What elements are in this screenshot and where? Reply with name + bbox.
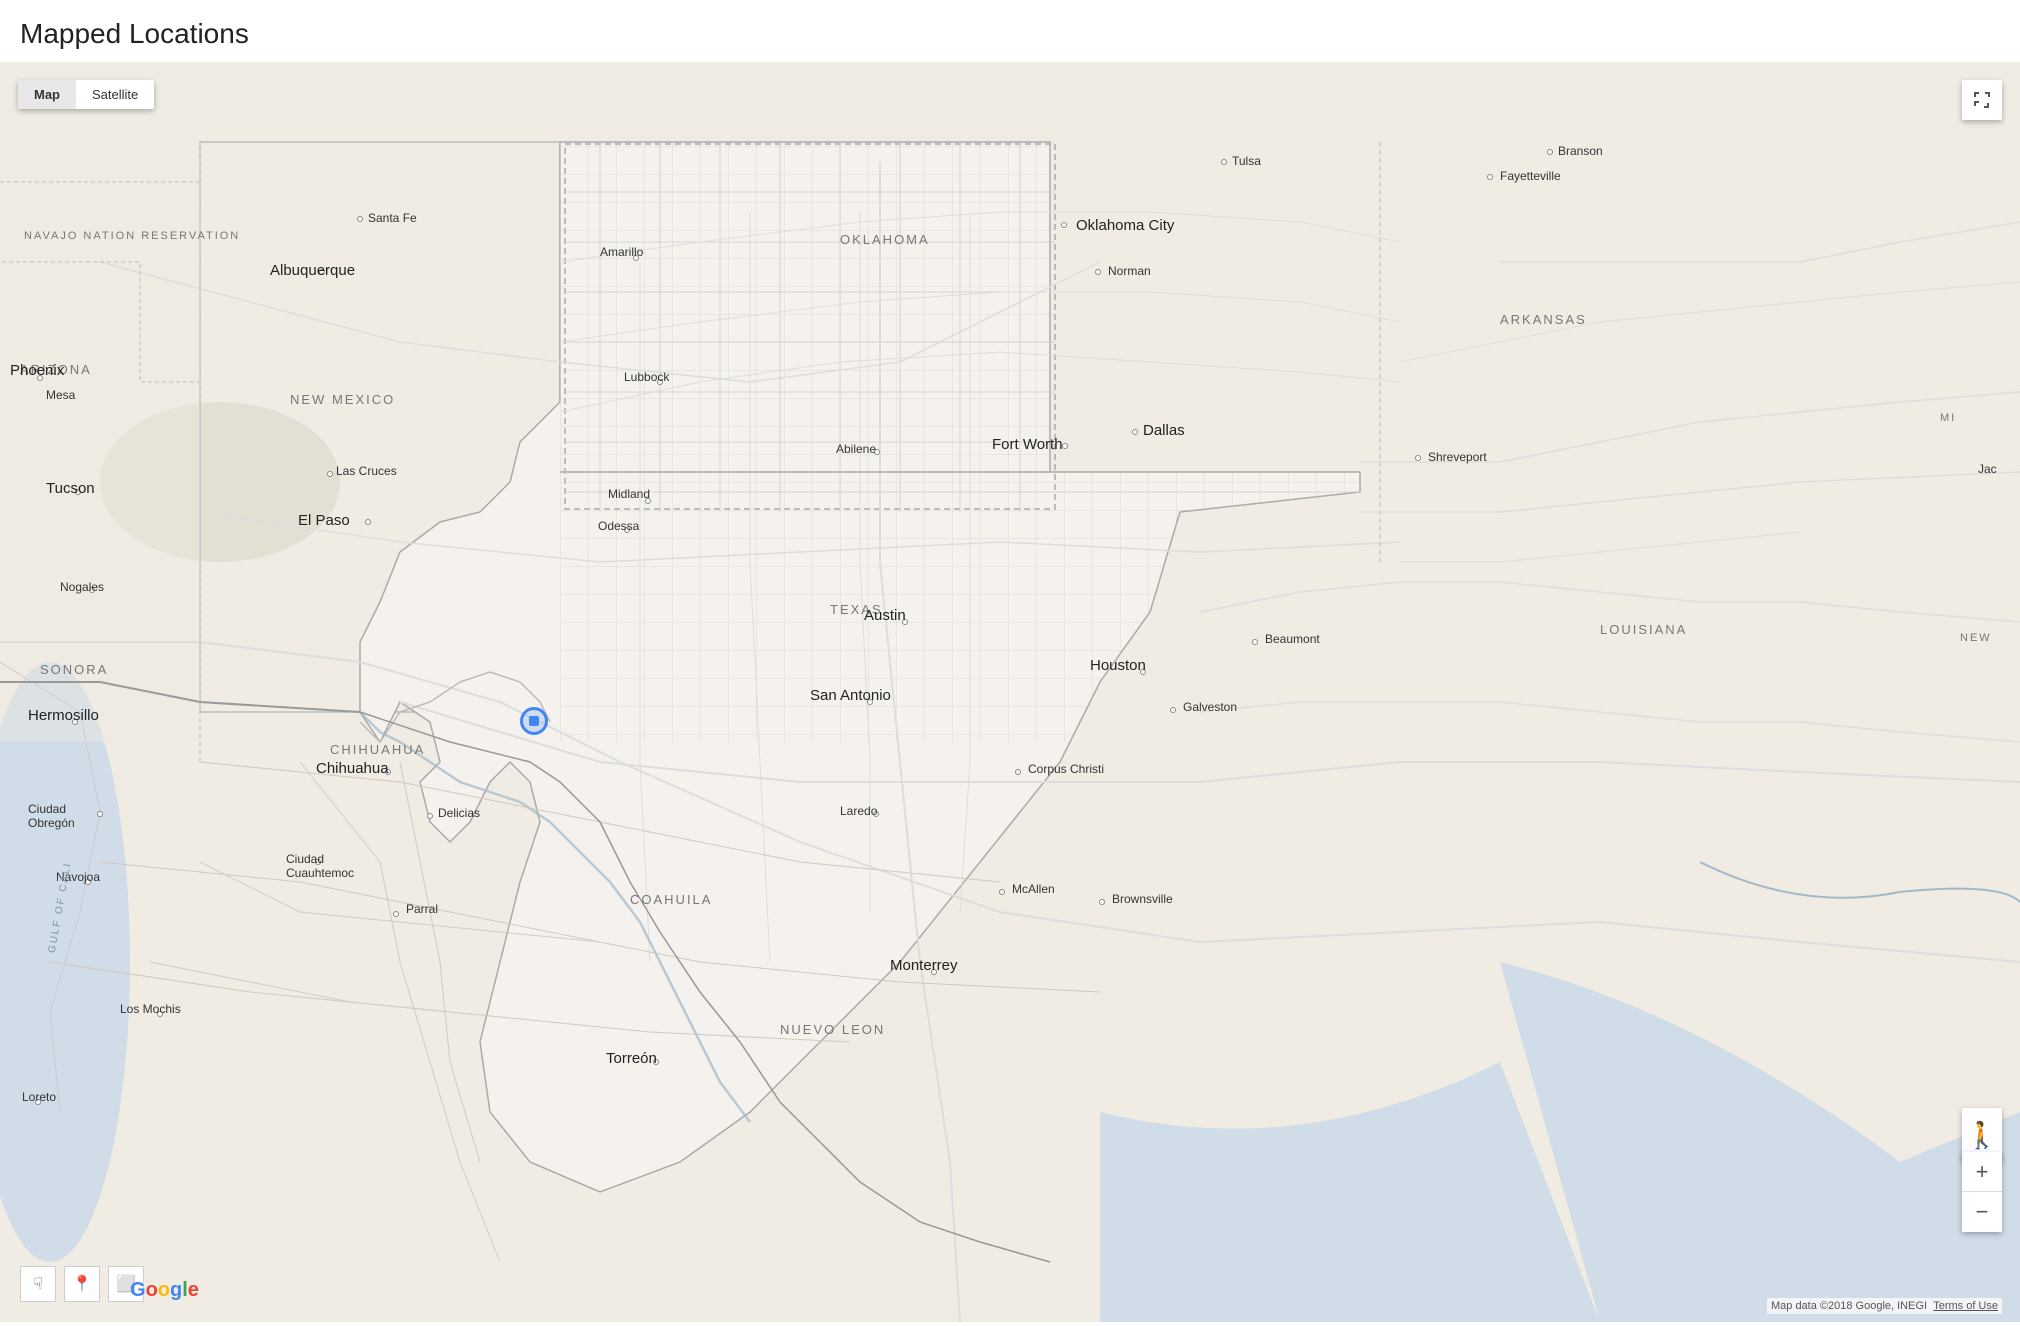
map-type-map-btn[interactable]: Map bbox=[18, 80, 76, 109]
city-dot-oklahoma-city bbox=[1061, 222, 1067, 228]
city-dot-hermosillo bbox=[72, 719, 78, 725]
city-dot-dallas bbox=[1132, 429, 1138, 435]
city-dot-ciudadobregon bbox=[97, 811, 103, 817]
city-dot-norman bbox=[1095, 269, 1101, 275]
city-dot-torreon bbox=[653, 1059, 659, 1065]
map-container: Map Satellite TEXAS NEW MEXICO OKLAHOMA … bbox=[0, 62, 2020, 1322]
city-dot-corpuschristi bbox=[1015, 769, 1021, 775]
city-dot-amarillo bbox=[633, 255, 639, 261]
city-dot-odessa bbox=[624, 527, 630, 533]
page-title: Mapped Locations bbox=[0, 0, 2020, 62]
city-dot-midland bbox=[645, 498, 651, 504]
city-dot-tulsa bbox=[1221, 159, 1227, 165]
zoom-in-btn[interactable]: + bbox=[1962, 1152, 2002, 1192]
fullscreen-btn[interactable] bbox=[1962, 80, 2002, 120]
city-dot-loreto bbox=[35, 1099, 41, 1105]
city-dot-branson bbox=[1547, 149, 1553, 155]
map-attribution: Map data ©2018 Google, INEGI Terms of Us… bbox=[1767, 1298, 2002, 1314]
city-dot-chihuahua-city bbox=[385, 769, 391, 775]
city-dot-sanantonio bbox=[867, 699, 873, 705]
map-type-satellite-btn[interactable]: Satellite bbox=[76, 80, 154, 109]
city-dot-fortworth bbox=[1062, 443, 1068, 449]
city-dot-laredo bbox=[873, 811, 879, 817]
city-dot-nogales bbox=[89, 587, 95, 593]
city-dot-fayetteville bbox=[1487, 174, 1493, 180]
city-dot-monterrey bbox=[931, 969, 937, 975]
map-type-control: Map Satellite bbox=[18, 80, 154, 109]
pin-btn[interactable]: 📍 bbox=[64, 1266, 100, 1302]
city-dot-santafe bbox=[357, 216, 363, 222]
bottom-controls: ☟ 📍 ⬜ bbox=[20, 1266, 144, 1302]
location-marker bbox=[520, 707, 548, 735]
city-dot-tucson bbox=[75, 489, 81, 495]
zoom-controls: + − bbox=[1962, 1152, 2002, 1232]
city-dot-shreveport bbox=[1415, 455, 1421, 461]
city-dot-lubbock bbox=[657, 379, 663, 385]
city-dot-galveston bbox=[1170, 707, 1176, 713]
city-dot-losmochis bbox=[157, 1011, 163, 1017]
city-dot-lascruces bbox=[327, 471, 333, 477]
city-dot-brownsville bbox=[1099, 899, 1105, 905]
city-dot-beaumont bbox=[1252, 639, 1258, 645]
terms-of-use-link[interactable]: Terms of Use bbox=[1933, 1300, 1998, 1312]
city-dot-elpaso bbox=[365, 519, 371, 525]
city-dot-abilene bbox=[874, 449, 880, 455]
zoom-out-btn[interactable]: − bbox=[1962, 1192, 2002, 1232]
city-dot-albuquerque bbox=[319, 269, 325, 275]
city-dot-mcallen bbox=[999, 889, 1005, 895]
google-logo: Google bbox=[130, 1279, 199, 1302]
city-dot-delicias bbox=[427, 813, 433, 819]
city-dot-navojoa bbox=[85, 879, 91, 885]
city-dot-cuauhtemoc bbox=[315, 859, 321, 865]
city-dot-austin bbox=[902, 619, 908, 625]
city-dot-phoenix bbox=[37, 375, 43, 381]
city-dot-houston bbox=[1140, 669, 1146, 675]
drag-mode-btn[interactable]: ☟ bbox=[20, 1266, 56, 1302]
city-dot-parral bbox=[393, 911, 399, 917]
